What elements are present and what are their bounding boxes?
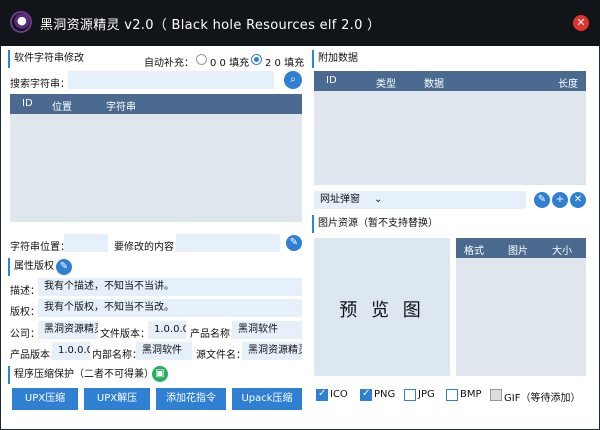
col-position: 位置: [52, 102, 72, 113]
ico-label: ICO: [330, 389, 348, 400]
add-icon[interactable]: +: [552, 192, 568, 208]
close-button[interactable]: ✕: [573, 15, 589, 31]
edit-icon[interactable]: ✎: [534, 192, 550, 208]
jpg-label: JPG: [418, 389, 435, 400]
radio-20-fill[interactable]: [251, 54, 262, 65]
window-title: 黑洞资源精灵 v2.0（ Black hole Resources elf 2.…: [40, 18, 381, 33]
app-logo-icon: [10, 11, 32, 33]
internal-label: 内部名称：: [92, 350, 142, 361]
props-section-title: 属性版权: [8, 258, 54, 276]
change-content-input[interactable]: [176, 234, 280, 252]
copyright-input[interactable]: 我有个版权，不知当不当改。: [38, 299, 302, 317]
radio-00-fill[interactable]: [196, 54, 207, 65]
protect-section-title: 程序压缩保护（二者不可得兼）: [8, 366, 154, 384]
png-checkbox[interactable]: [360, 388, 372, 401]
extra-table-header: ID 类型 数据 长度: [314, 71, 586, 91]
upack-compress-button[interactable]: Upack压缩: [232, 388, 302, 410]
extra-section-title: 附加数据: [312, 50, 392, 68]
desc-label: 描述：: [10, 286, 40, 297]
search-input[interactable]: [68, 71, 274, 89]
col-data: 数据: [424, 79, 444, 90]
origfile-label: 源文件名：: [196, 350, 246, 361]
preview-text: 预 览 图: [339, 300, 425, 321]
image-section-title: 图片资源（暂不支持替换）: [312, 215, 462, 233]
string-table-body[interactable]: [10, 114, 302, 222]
autofill-label: 自动补充：: [144, 58, 194, 69]
col-id: ID: [326, 75, 337, 86]
col-image: 图片: [508, 246, 528, 257]
col-length: 长度: [558, 79, 578, 90]
company-input[interactable]: 黑洞资源精灵: [38, 321, 98, 339]
upx-decompress-button[interactable]: UPX解压: [84, 388, 150, 410]
origfile-input[interactable]: 黑洞资源精灵: [242, 342, 302, 360]
change-content-label: 要修改的内容：: [114, 242, 184, 253]
title-bar: 黑洞资源精灵 v2.0（ Black hole Resources elf 2.…: [0, 0, 600, 46]
extra-table-body[interactable]: [314, 91, 586, 185]
chevron-down-icon: ⌄: [374, 194, 383, 205]
gif-checkbox: [490, 389, 502, 401]
lock-icon: ▣: [152, 366, 168, 382]
search-icon[interactable]: ⌕: [284, 71, 302, 89]
radio-20-label: 2 0 填充: [265, 58, 305, 69]
jpg-checkbox[interactable]: [404, 389, 416, 401]
image-table-body[interactable]: [456, 258, 586, 376]
string-section-title: 软件字符串修改: [8, 50, 128, 68]
product-input[interactable]: 黑洞软件: [232, 321, 302, 339]
dropdown-value: 网址弹窗: [320, 194, 360, 205]
string-table-header: ID 位置 字符串: [10, 94, 302, 114]
string-pos-input[interactable]: [64, 234, 108, 252]
extra-type-dropdown[interactable]: 网址弹窗 ⌄: [314, 191, 526, 209]
bmp-label: BMP: [460, 389, 482, 400]
png-label: PNG: [374, 389, 396, 400]
internal-input[interactable]: 黑洞软件: [136, 342, 192, 360]
copyright-label: 版权：: [10, 307, 40, 318]
search-label: 搜索字符串：: [10, 79, 70, 90]
add-junk-code-button[interactable]: 添加花指令: [156, 388, 226, 410]
company-label: 公司：: [10, 329, 40, 340]
radio-00-label: 0 0 填充: [210, 58, 250, 69]
col-type: 类型: [376, 79, 396, 90]
image-table-header: 格式 图片 大小: [456, 238, 586, 258]
edit-icon[interactable]: ✎: [56, 259, 72, 275]
filever-input[interactable]: 1.0.0.0: [148, 321, 186, 339]
col-string: 字符串: [106, 102, 136, 113]
col-format: 格式: [464, 246, 484, 257]
desc-input[interactable]: 我有个描述，不知当不当讲。: [38, 278, 302, 296]
col-size: 大小: [552, 246, 572, 257]
ico-checkbox[interactable]: [316, 388, 328, 401]
prodver-input[interactable]: 1.0.0.0: [52, 342, 90, 360]
preview-area: 预 览 图: [314, 238, 450, 376]
gif-label: GIF（等待添加）: [504, 393, 581, 404]
close-icon[interactable]: ✕: [570, 192, 586, 208]
col-id: ID: [22, 98, 33, 109]
string-pos-label: 字符串位置：: [10, 242, 70, 253]
edit-icon[interactable]: ✎: [286, 235, 302, 251]
upx-compress-button[interactable]: UPX压缩: [12, 388, 78, 410]
filever-label: 文件版本：: [100, 329, 150, 340]
bmp-checkbox[interactable]: [446, 389, 458, 401]
